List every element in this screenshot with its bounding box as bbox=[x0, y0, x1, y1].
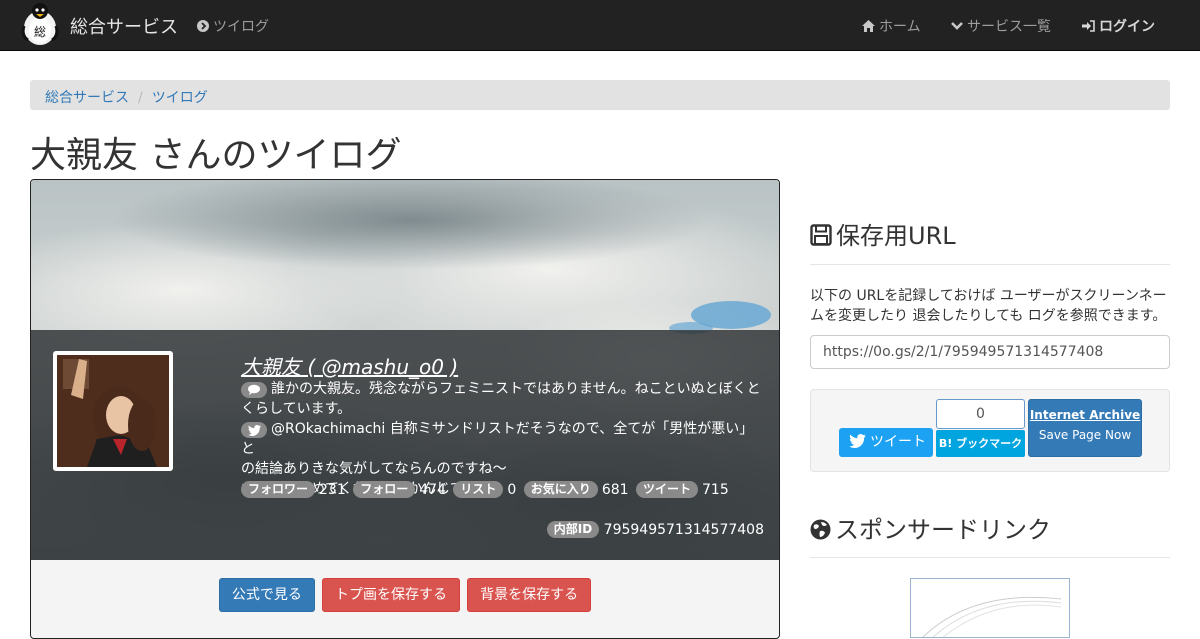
internet-archive-title: Internet Archive bbox=[1029, 408, 1141, 422]
chevron-circle-right-icon bbox=[197, 19, 209, 35]
top-navbar: 総 総合サービス ツイログ ホーム サービス一覧 ログイン bbox=[0, 0, 1200, 51]
save-floppy-icon bbox=[810, 222, 836, 250]
profile-card: 大親友 ( @mashu_o0 ) 誰かの大親友。残念ながらフェミニストではあり… bbox=[30, 179, 780, 639]
share-panel: ツイート 0 B! ブックマーク Internet Archive Save P… bbox=[810, 389, 1170, 472]
likes-count: 681 bbox=[601, 482, 629, 498]
nav-home[interactable]: ホーム bbox=[862, 16, 921, 36]
sponsored-heading-text: スポンサードリンク bbox=[835, 516, 1051, 544]
comment-icon bbox=[241, 382, 267, 398]
lists-label: リスト bbox=[453, 481, 504, 498]
chevron-down-icon bbox=[951, 19, 963, 35]
home-icon bbox=[862, 19, 875, 35]
hatena-bookmark-button[interactable]: B! ブックマーク bbox=[936, 430, 1025, 457]
profile-stats: フォロワー 231 フォロー 474 リスト 0 お気に入り 681 ツイート 715 bbox=[241, 481, 732, 498]
bio-line: 誰かの大親友。残念ながらフェミニストではありません。ねこといぬとぼくと bbox=[241, 379, 766, 399]
save-url-field[interactable] bbox=[810, 335, 1170, 369]
save-url-heading: 保存用URL bbox=[810, 216, 956, 251]
lists-count: 0 bbox=[507, 482, 517, 498]
view-official-button[interactable]: 公式で見る bbox=[218, 578, 315, 612]
breadcrumb-twilog[interactable]: ツイログ bbox=[152, 90, 208, 106]
bio-line: @ROkachimachi 自称ミサンドリストだそうなので、全てが「男性が悪い」… bbox=[241, 419, 766, 459]
internet-archive-subtitle: Save Page Now bbox=[1038, 428, 1132, 442]
svg-text:総: 総 bbox=[34, 25, 46, 39]
followers-count: 231 bbox=[319, 482, 346, 498]
divider bbox=[810, 557, 1170, 558]
breadcrumb-home[interactable]: 総合サービス bbox=[45, 90, 129, 106]
save-avatar-button[interactable]: トプ画を保存する bbox=[322, 578, 460, 612]
nav-current-service-label: ツイログ bbox=[213, 19, 269, 35]
bio-text: 誰かの大親友。残念ながらフェミニストではありません。ねこといぬとぼくと bbox=[271, 381, 761, 397]
sign-in-icon bbox=[1082, 19, 1095, 35]
profile-name-link[interactable]: 大親友 ( @mashu_o0 ) bbox=[241, 351, 458, 380]
avatar[interactable] bbox=[53, 351, 173, 471]
nav-home-label: ホーム bbox=[879, 19, 921, 35]
bio-text: @ROkachimachi 自称ミサンドリストだそうなので、全てが「男性が悪い」… bbox=[241, 421, 754, 457]
hatena-count[interactable]: 0 bbox=[936, 399, 1025, 429]
tweet-button-label: ツイート bbox=[870, 434, 926, 450]
tweets-label: ツイート bbox=[636, 481, 699, 498]
bio-line: くらしています。 bbox=[241, 401, 352, 417]
nav-login[interactable]: ログイン bbox=[1082, 16, 1155, 36]
nav-services-label: サービス一覧 bbox=[967, 19, 1051, 35]
followers-label: フォロワー bbox=[241, 481, 316, 498]
nav-current-service[interactable]: ツイログ bbox=[197, 16, 269, 36]
twitter-icon bbox=[241, 422, 267, 438]
twitter-icon bbox=[849, 434, 870, 450]
globe-icon bbox=[810, 516, 835, 544]
hatena-bookmark-widget[interactable]: 0 B! ブックマーク bbox=[936, 399, 1025, 457]
profile-actions: 公式で見る トプ画を保存する 背景を保存する bbox=[31, 578, 779, 612]
page-title: 大親友 さんのツイログ bbox=[30, 135, 402, 176]
internal-id-label: 内部ID bbox=[546, 521, 600, 538]
internet-archive-button[interactable]: Internet Archive Save Page Now bbox=[1028, 399, 1142, 457]
bio-line: の結論ありきな気がしてならんのですね〜 bbox=[241, 461, 507, 477]
save-banner-button[interactable]: 背景を保存する bbox=[467, 578, 592, 612]
nav-services[interactable]: サービス一覧 bbox=[951, 16, 1051, 36]
likes-label: お気に入り bbox=[523, 481, 598, 498]
penguin-logo-icon[interactable]: 総 bbox=[19, 2, 61, 46]
following-count: 474 bbox=[419, 482, 446, 498]
save-url-description: 以下の URLを記録しておけば ユーザーがスクリーンネームを変更したり 退会した… bbox=[810, 288, 1167, 324]
divider bbox=[810, 264, 1170, 265]
tweets-count: 715 bbox=[702, 482, 729, 498]
save-url-heading-text: 保存用URL bbox=[836, 222, 956, 250]
tweet-button[interactable]: ツイート bbox=[839, 428, 933, 457]
following-label: フォロー bbox=[353, 481, 416, 498]
breadcrumb-separator: / bbox=[138, 90, 143, 106]
profile-info-overlay: 大親友 ( @mashu_o0 ) 誰かの大親友。残念ながらフェミニストではあり… bbox=[31, 330, 779, 560]
breadcrumb: 総合サービス / ツイログ bbox=[30, 80, 1170, 110]
sponsored-heading: スポンサードリンク bbox=[810, 510, 1051, 545]
internal-id-value: 795949571314577408 bbox=[603, 522, 764, 538]
internal-id: 内部ID 795949571314577408 bbox=[546, 521, 764, 538]
sponsored-ad[interactable] bbox=[910, 578, 1070, 638]
brand-name[interactable]: 総合サービス bbox=[70, 13, 178, 39]
nav-login-label: ログイン bbox=[1099, 19, 1155, 35]
